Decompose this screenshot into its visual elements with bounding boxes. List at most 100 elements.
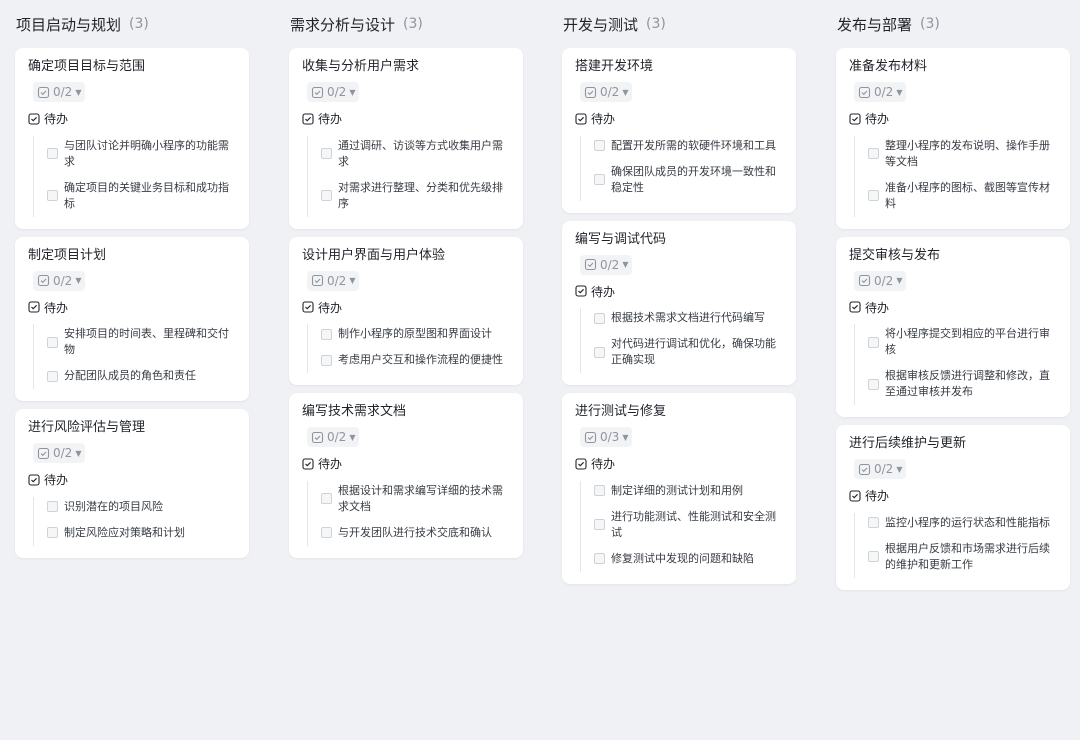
caret-down-icon: ▼ xyxy=(896,464,903,474)
todo-checkbox[interactable] xyxy=(594,519,605,530)
task-card[interactable]: 确定项目目标与范围 0/2 ▼ 待办 与团队讨论并明确小程序的功能需求 确定项目… xyxy=(15,48,249,229)
todo-group-header[interactable]: 待办 xyxy=(302,455,510,473)
todo-checkbox[interactable] xyxy=(321,354,332,366)
todo-checkbox[interactable] xyxy=(868,148,879,159)
task-card[interactable]: 编写与调试代码 0/2 ▼ 待办 根据技术需求文档进行代码编写 对代码进行调试和… xyxy=(562,220,796,385)
checkbox-icon xyxy=(849,112,861,125)
task-card[interactable]: 提交审核与发布 0/2 ▼ 待办 将小程序提交到相应的平台进行审核 根据审核反馈… xyxy=(836,236,1070,417)
card-title: 进行测试与修复 xyxy=(575,404,667,419)
todo-group-label: 待办 xyxy=(865,300,890,315)
task-card[interactable]: 收集与分析用户需求 0/2 ▼ 待办 通过调研、访谈等方式收集用户需求 对需求进… xyxy=(289,48,523,229)
todo-item: 通过调研、访谈等方式收集用户需求 xyxy=(321,136,510,175)
todo-group-label: 待办 xyxy=(318,112,343,126)
todo-checkbox[interactable] xyxy=(47,527,58,538)
todo-list: 安排项目的时间表、里程碑和交付物 分配团队成员的角色和责任 xyxy=(33,324,236,389)
todo-checkbox[interactable] xyxy=(868,551,879,562)
task-card[interactable]: 设计用户界面与用户体验 0/2 ▼ 待办 制作小程序的原型图和界面设计 考虑用户… xyxy=(289,236,523,385)
todo-checkbox[interactable] xyxy=(321,148,332,159)
todo-list: 制定详细的测试计划和用例 进行功能测试、性能测试和安全测试 修复测试中发现的问题… xyxy=(580,480,783,572)
task-card[interactable]: 进行测试与修复 0/3 ▼ 待办 制定详细的测试计划和用例 进行功能测试、性能测… xyxy=(562,393,796,584)
todo-list: 制作小程序的原型图和界面设计 考虑用户交互和操作流程的便捷性 xyxy=(307,324,510,373)
todo-text: 通过调研、访谈等方式收集用户需求 xyxy=(338,138,503,168)
todo-group-header[interactable]: 待办 xyxy=(575,110,783,128)
progress-dropdown[interactable]: 0/2 ▼ xyxy=(580,254,633,275)
todo-text: 根据用户反馈和市场需求进行后续的维护和更新工作 xyxy=(885,541,1050,571)
column-release-deploy: 发布与部署 (3) 准备发布材料 0/2 ▼ 待办 整理小程序的发布说明、操作手… xyxy=(836,0,1070,598)
todo-text: 根据设计和需求编写详细的技术需求文档 xyxy=(338,483,503,513)
todo-text: 监控小程序的运行状态和性能指标 xyxy=(885,515,1050,529)
progress-dropdown[interactable]: 0/2 ▼ xyxy=(580,82,633,102)
todo-checkbox[interactable] xyxy=(321,493,332,504)
caret-down-icon: ▼ xyxy=(896,87,903,97)
todo-checkbox[interactable] xyxy=(47,336,58,348)
progress-dropdown[interactable]: 0/2 ▼ xyxy=(307,270,360,291)
progress-dropdown[interactable]: 0/2 ▼ xyxy=(854,270,907,291)
column-count: (3) xyxy=(920,16,940,32)
progress-dropdown[interactable]: 0/2 ▼ xyxy=(307,427,360,447)
todo-item: 制定风险应对策略和计划 xyxy=(47,523,236,546)
todo-checkbox[interactable] xyxy=(594,553,605,564)
todo-group-header[interactable]: 待办 xyxy=(849,110,1057,128)
column-title: 开发与测试 xyxy=(563,15,639,34)
todo-text: 确保团队成员的开发环境一致性和稳定性 xyxy=(611,164,776,194)
progress-text: 0/2 xyxy=(53,85,73,99)
todo-checkbox[interactable] xyxy=(868,190,879,201)
todo-text: 安排项目的时间表、里程碑和交付物 xyxy=(64,327,229,356)
column-header: 开发与测试 (3) xyxy=(562,0,796,48)
todo-item: 对需求进行整理、分类和优先级排序 xyxy=(321,178,510,217)
progress-dropdown[interactable]: 0/3 ▼ xyxy=(580,427,633,447)
todo-checkbox[interactable] xyxy=(594,346,605,358)
todo-list: 根据设计和需求编写详细的技术需求文档 与开发团队进行技术交底和确认 xyxy=(307,480,510,546)
card-title: 编写与调试代码 xyxy=(575,231,667,247)
todo-checkbox[interactable] xyxy=(868,336,879,348)
progress-dropdown[interactable]: 0/2 ▼ xyxy=(307,82,360,102)
task-card[interactable]: 编写技术需求文档 0/2 ▼ 待办 根据设计和需求编写详细的技术需求文档 与开发… xyxy=(289,393,523,558)
todo-group-header[interactable]: 待办 xyxy=(28,298,236,316)
progress-dropdown[interactable]: 0/2 ▼ xyxy=(33,82,86,102)
checkbox-icon xyxy=(302,301,314,313)
progress-text: 0/2 xyxy=(53,273,73,288)
task-card[interactable]: 搭建开发环境 0/2 ▼ 待办 配置开发所需的软硬件环境和工具 确保团队成员的开… xyxy=(562,48,796,213)
todo-checkbox[interactable] xyxy=(594,140,605,151)
todo-group-label: 待办 xyxy=(591,284,616,299)
todo-checkbox[interactable] xyxy=(47,370,58,382)
todo-checkbox[interactable] xyxy=(868,378,879,390)
checkbox-icon xyxy=(575,285,587,297)
todo-checkbox[interactable] xyxy=(47,190,58,201)
todo-group-header[interactable]: 待办 xyxy=(28,471,236,489)
todo-group-header[interactable]: 待办 xyxy=(302,110,510,128)
column-title: 项目启动与规划 xyxy=(16,15,122,34)
todo-checkbox[interactable] xyxy=(47,501,58,512)
todo-group-header[interactable]: 待办 xyxy=(302,298,510,316)
todo-checkbox[interactable] xyxy=(47,148,58,159)
checkbox-icon xyxy=(575,112,587,125)
todo-group-header[interactable]: 待办 xyxy=(849,298,1057,316)
todo-group-header[interactable]: 待办 xyxy=(575,282,783,300)
todo-checkbox[interactable] xyxy=(321,328,332,340)
todo-checkbox[interactable] xyxy=(868,517,879,528)
task-card[interactable]: 制定项目计划 0/2 ▼ 待办 安排项目的时间表、里程碑和交付物 分配团队成员的… xyxy=(15,236,249,401)
todo-checkbox[interactable] xyxy=(321,190,332,201)
progress-dropdown[interactable]: 0/2 ▼ xyxy=(854,82,907,102)
todo-group-header[interactable]: 待办 xyxy=(575,455,783,473)
column-header: 需求分析与设计 (3) xyxy=(289,0,523,48)
progress-dropdown[interactable]: 0/2 ▼ xyxy=(33,443,86,463)
card-title: 准备发布材料 xyxy=(849,59,928,74)
todo-group-header[interactable]: 待办 xyxy=(849,487,1057,505)
progress-dropdown[interactable]: 0/2 ▼ xyxy=(33,270,86,291)
task-card[interactable]: 进行后续维护与更新 0/2 ▼ 待办 监控小程序的运行状态和性能指标 根据用户反… xyxy=(836,425,1070,590)
todo-checkbox[interactable] xyxy=(321,527,332,538)
todo-text: 准备小程序的图标、截图等宣传材料 xyxy=(885,180,1050,210)
todo-group-header[interactable]: 待办 xyxy=(28,110,236,128)
todo-checkbox[interactable] xyxy=(594,312,605,324)
todo-checkbox[interactable] xyxy=(594,174,605,185)
progress-text: 0/2 xyxy=(874,273,894,288)
todo-checkbox[interactable] xyxy=(594,485,605,496)
progress-dropdown[interactable]: 0/2 ▼ xyxy=(854,459,907,479)
progress-text: 0/2 xyxy=(327,430,347,444)
todo-list: 识别潜在的项目风险 制定风险应对策略和计划 xyxy=(33,496,236,546)
task-card[interactable]: 准备发布材料 0/2 ▼ 待办 整理小程序的发布说明、操作手册等文档 准备小程序… xyxy=(836,48,1070,229)
todo-list: 整理小程序的发布说明、操作手册等文档 准备小程序的图标、截图等宣传材料 xyxy=(854,135,1057,217)
checklist-icon xyxy=(858,463,871,476)
task-card[interactable]: 进行风险评估与管理 0/2 ▼ 待办 识别潜在的项目风险 制定风险应对策略和计划 xyxy=(15,409,249,558)
